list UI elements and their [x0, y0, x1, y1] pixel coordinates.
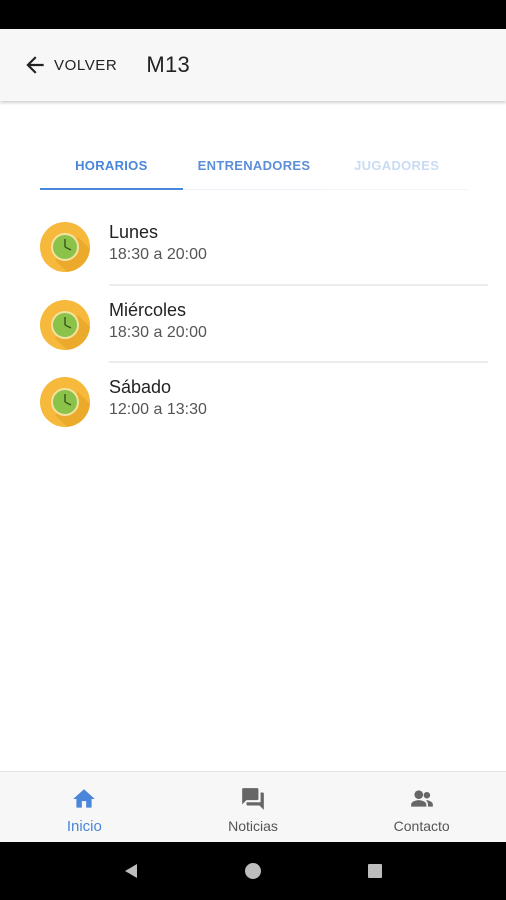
- row-text: Sábado 12:00 a 13:30: [109, 376, 207, 421]
- back-label: VOLVER: [54, 56, 118, 74]
- row-text: Miércoles 18:30 a 20:00: [109, 299, 207, 344]
- schedule-day: Miércoles: [109, 299, 187, 320]
- system-navigation-bar: [0, 842, 506, 900]
- nav-item-contacto[interactable]: Contacto: [337, 772, 506, 842]
- schedule-day: Lunes: [109, 222, 159, 242]
- list-item[interactable]: Miércoles 18:30 a 20:00: [0, 286, 506, 363]
- tab-entrenadores[interactable]: ENTRENADORES: [182, 140, 326, 190]
- nav-label: Contacto: [393, 818, 450, 834]
- app-bar: VOLVER M13: [0, 29, 506, 101]
- contacts-icon: [410, 790, 433, 807]
- tab-jugadores[interactable]: JUGADORES: [325, 140, 468, 190]
- row-text: Lunes 18:30 a 20:00: [109, 221, 207, 266]
- triangle-back-icon: [125, 864, 137, 878]
- system-recents-button[interactable]: [355, 851, 395, 891]
- page-title: M13: [146, 52, 191, 77]
- system-back-button[interactable]: [111, 851, 151, 891]
- system-home-button[interactable]: [233, 851, 273, 891]
- schedule-list: Lunes 18:30 a 20:00 Miércoles 18:30 a 20…: [0, 208, 506, 441]
- clock-icon: [40, 377, 90, 427]
- nav-item-noticias[interactable]: Noticias: [169, 772, 338, 842]
- nav-label: Noticias: [228, 818, 278, 834]
- list-item[interactable]: Sábado 12:00 a 13:30: [0, 363, 506, 441]
- bottom-navigation: Inicio Noticias Contacto: [0, 771, 506, 842]
- schedule-time: 18:30 a 20:00: [109, 246, 207, 263]
- clock-icon: [40, 299, 90, 350]
- tab-horarios[interactable]: HORARIOS: [40, 140, 183, 190]
- clock-icon: [40, 222, 90, 272]
- circle-home-icon: [245, 863, 261, 879]
- chat-bubbles-icon: [242, 788, 264, 810]
- home-icon: [73, 789, 96, 808]
- schedule-time: 18:30 a 20:00: [109, 323, 207, 341]
- status-bar: [0, 0, 506, 29]
- list-item[interactable]: Lunes 18:30 a 20:00: [0, 208, 506, 286]
- nav-item-inicio[interactable]: Inicio: [0, 772, 169, 842]
- tab-bar: HORARIOS ENTRENADORES JUGADORES: [40, 140, 468, 190]
- arrow-left-icon: [26, 56, 44, 74]
- square-recents-icon: [368, 864, 382, 878]
- schedule-time: 12:00 a 13:30: [109, 401, 207, 418]
- schedule-day: Sábado: [109, 377, 172, 397]
- nav-label: Inicio: [66, 818, 102, 835]
- back-button[interactable]: VOLVER: [22, 45, 117, 85]
